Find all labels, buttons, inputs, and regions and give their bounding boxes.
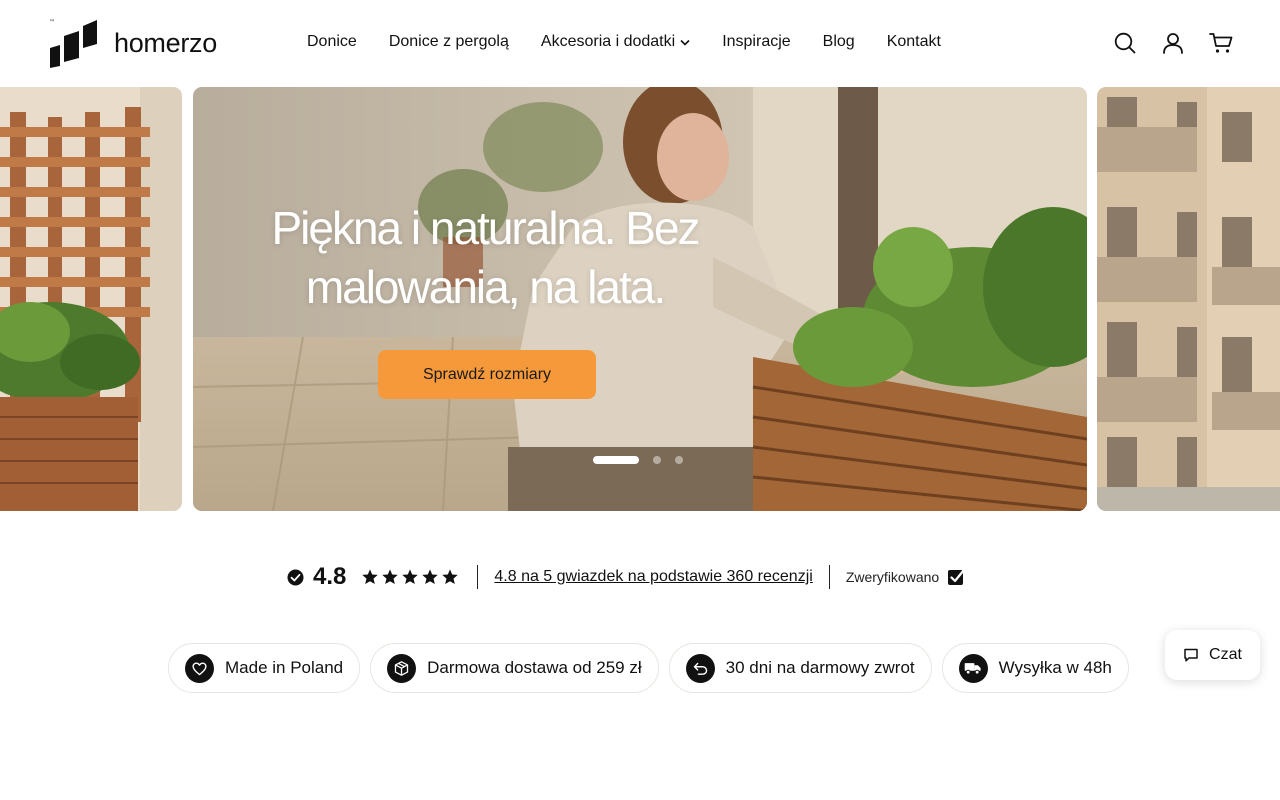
slide-image-apartment-building — [1097, 87, 1280, 511]
feature-label: Darmowa dostawa od 259 zł — [427, 658, 642, 677]
nav-item-label: Inspiracje — [722, 33, 791, 50]
rating-stars — [361, 568, 461, 586]
feature-pill-free-returns: 30 dni na darmowy zwrot — [668, 643, 932, 693]
nav-item-label: Akcesoria i dodatki — [540, 33, 676, 50]
reviews-summary-link[interactable]: 4.8 na 5 gwiazdek na podstawie 360 recen… — [494, 568, 812, 586]
nav-item-label: Donice z pergolą — [388, 33, 509, 50]
nav-item-label: Donice — [307, 33, 357, 50]
svg-text:™: ™ — [49, 19, 55, 26]
nav-item-label: Kontakt — [886, 33, 941, 50]
carousel-slide-previous[interactable] — [0, 87, 182, 511]
rating-divider — [828, 565, 830, 589]
nav-item-kontakt[interactable]: Kontakt — [887, 33, 941, 51]
feature-label: Wysyłka w 48h — [998, 658, 1112, 677]
feature-label: Made in Poland — [225, 658, 344, 677]
logo-mark-icon: ™ — [49, 18, 99, 68]
chat-label: Czat — [1209, 646, 1242, 663]
nav-item-inspiracje[interactable]: Inspiracje — [722, 33, 790, 51]
main-nav: Donice Donice z pergolą Akcesoria i doda… — [307, 33, 973, 51]
star-icon — [442, 569, 459, 585]
user-icon[interactable] — [1160, 30, 1186, 56]
feature-pill-made-in-poland: Made in Poland — [168, 643, 361, 693]
nav-item-blog[interactable]: Blog — [823, 33, 855, 51]
nav-item-donice-z-pergola[interactable]: Donice z pergolą — [389, 33, 509, 51]
truck-icon — [958, 653, 988, 683]
return-icon — [685, 653, 715, 683]
brand-logo[interactable]: ™ homerzo — [49, 18, 217, 68]
rating-bar: 4.8 4.8 na 5 gwiazdek na podstawie 360 r… — [287, 563, 965, 591]
feature-pill-shipping-48h: Wysyłka w 48h — [941, 643, 1129, 693]
check-sizes-button[interactable]: Sprawdź rozmiary — [378, 350, 596, 399]
slide-image-planter-trellis — [0, 87, 182, 511]
hero-headline-line-2: malowania, na lata. — [305, 261, 666, 313]
star-icon — [382, 569, 399, 585]
search-icon[interactable] — [1112, 30, 1138, 56]
carousel-pagination — [593, 456, 683, 464]
nav-item-label: Blog — [822, 33, 855, 50]
carousel-dot-3[interactable] — [675, 456, 683, 464]
feature-pills: Made in Poland Darmowa dostawa od 259 zł… — [168, 643, 1139, 693]
feature-pill-free-delivery: Darmowa dostawa od 259 zł — [370, 643, 659, 693]
chat-button[interactable]: Czat — [1165, 630, 1260, 680]
verified-label: Zweryfikowano — [845, 569, 940, 585]
star-icon — [362, 569, 379, 585]
carousel-slide-active[interactable]: Piękna i naturalna. Bez malowania, na la… — [193, 87, 1087, 511]
feature-label: 30 dni na darmowy zwrot — [725, 658, 915, 677]
nav-item-donice[interactable]: Donice — [307, 33, 357, 51]
verified-check-circle-icon — [287, 569, 304, 585]
carousel-slide-next[interactable] — [1097, 87, 1280, 511]
verified-badge-icon — [947, 568, 965, 586]
hero-headline-line-1: Piękna i naturalna. Bez — [271, 202, 700, 254]
nav-item-akcesoria[interactable]: Akcesoria i dodatki — [541, 33, 690, 51]
site-header: ™ homerzo Donice Donice z pergolą Akceso… — [0, 0, 1280, 87]
hero-headline: Piękna i naturalna. Bez malowania, na la… — [255, 199, 715, 317]
chevron-down-icon — [680, 39, 690, 46]
star-icon — [422, 569, 439, 585]
hero-carousel[interactable]: Piękna i naturalna. Bez malowania, na la… — [0, 87, 1280, 511]
cart-icon[interactable] — [1208, 30, 1234, 56]
header-actions — [1090, 30, 1234, 56]
star-icon — [402, 569, 419, 585]
rating-score: 4.8 — [313, 563, 347, 590]
carousel-dot-1[interactable] — [593, 456, 639, 464]
brand-name: homerzo — [114, 27, 217, 58]
carousel-dot-2[interactable] — [653, 456, 661, 464]
rating-divider — [477, 565, 479, 589]
heart-icon — [185, 653, 214, 683]
package-icon — [387, 653, 417, 683]
chat-bubble-icon — [1184, 648, 1198, 662]
